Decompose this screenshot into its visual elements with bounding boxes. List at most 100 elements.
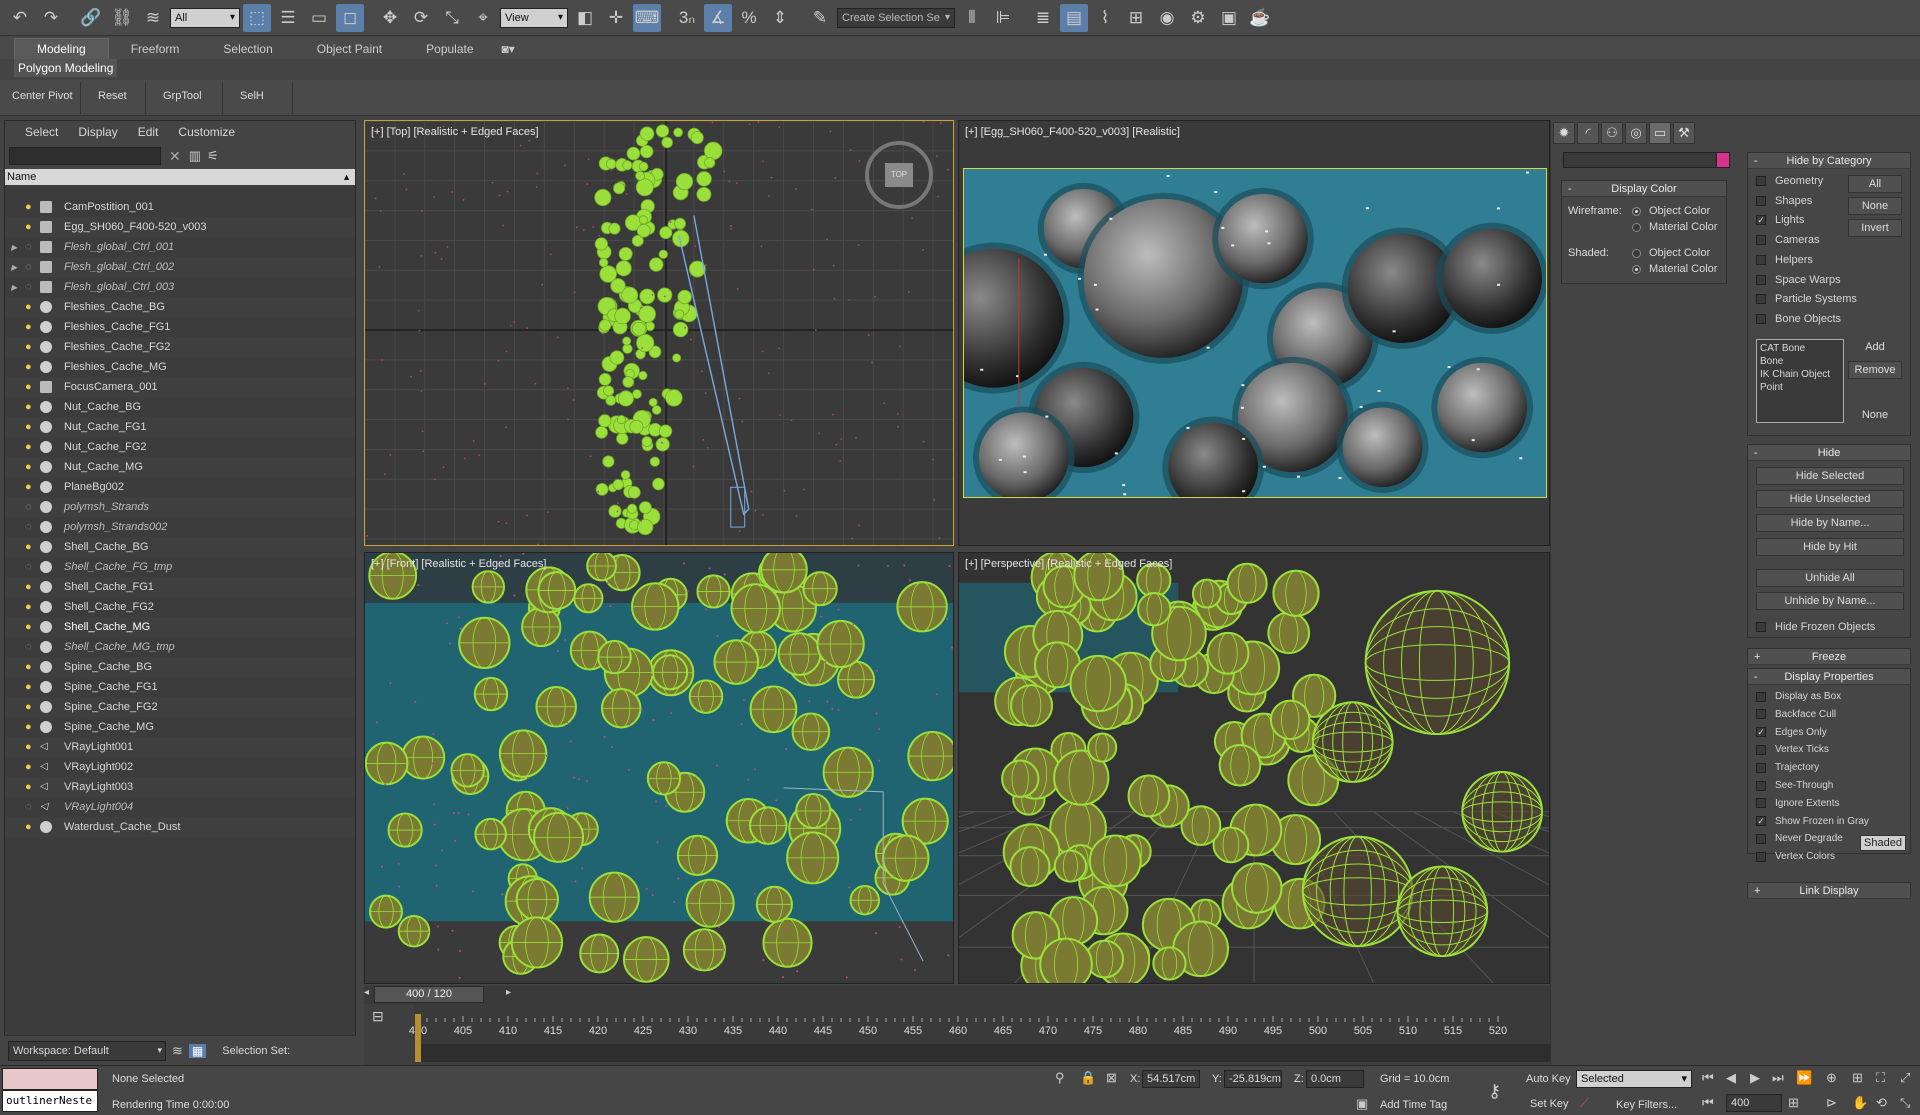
list-item[interactable]: ● Fleshies_Cache_FG1 bbox=[5, 317, 355, 337]
visibility-bulb-icon[interactable]: ● bbox=[25, 361, 37, 373]
grptool-button[interactable]: GrpTool bbox=[163, 90, 202, 102]
list-item[interactable]: ● Fleshies_Cache_BG bbox=[5, 297, 355, 317]
y-coordinate-field[interactable]: -25.819cm bbox=[1224, 1070, 1282, 1088]
viewport-camera-label[interactable]: [+] [Egg_SH060_F400-520_v003] [Realistic… bbox=[965, 126, 1180, 138]
zoom-extents-icon[interactable]: ⛶ bbox=[1876, 1070, 1885, 1086]
zoom-extents-all-icon[interactable]: ⤢ bbox=[1900, 1070, 1910, 1086]
list-item[interactable]: ● PlaneBg002 bbox=[5, 477, 355, 497]
layer-manager-icon[interactable]: ≣ bbox=[1029, 4, 1057, 32]
key-filters-button[interactable]: Key Filters... bbox=[1616, 1099, 1677, 1111]
move-icon[interactable]: ✥ bbox=[376, 4, 404, 32]
hide-category-checkbox[interactable]: ✓ Lights bbox=[1756, 214, 1804, 226]
time-tag-icon[interactable]: ▣ bbox=[1356, 1096, 1368, 1112]
angle-snap-icon[interactable]: ∡ bbox=[704, 3, 732, 32]
edit-named-selection-icon[interactable]: ✎ bbox=[806, 4, 834, 32]
schematic-view-icon[interactable]: ⊞ bbox=[1122, 4, 1150, 32]
visibility-bulb-icon[interactable]: ◌ bbox=[25, 501, 37, 513]
visibility-bulb-icon[interactable]: ◌ bbox=[25, 241, 37, 253]
slider-prev-icon[interactable]: ◂ bbox=[364, 987, 369, 998]
spinner-snap-icon[interactable]: ⇕ bbox=[766, 4, 794, 32]
select-by-name-icon[interactable]: ☰ bbox=[274, 4, 302, 32]
hide-category-checkbox[interactable]: Helpers bbox=[1756, 254, 1813, 266]
visibility-bulb-icon[interactable]: ◌ bbox=[25, 521, 37, 533]
list-item[interactable]: ● ◁ VRayLight003 bbox=[5, 777, 355, 797]
time-slider-thumb[interactable]: 400 / 120 bbox=[374, 986, 484, 1003]
sort-arrow-icon[interactable]: ▲ bbox=[342, 169, 351, 185]
wireframe-object-color-radio[interactable]: Object Color bbox=[1632, 205, 1710, 217]
visibility-bulb-icon[interactable]: ● bbox=[25, 461, 37, 473]
visibility-bulb-icon[interactable]: ● bbox=[25, 781, 37, 793]
display-property-checkbox[interactable]: ✓ Edges Only bbox=[1756, 727, 1827, 738]
visibility-bulb-icon[interactable]: ● bbox=[25, 321, 37, 333]
freeze-rollout[interactable]: + Freeze bbox=[1747, 648, 1911, 665]
display-property-checkbox[interactable]: Backface Cull bbox=[1756, 709, 1836, 720]
expand-arrow-icon[interactable]: ▶ bbox=[11, 263, 21, 272]
create-tab-icon[interactable]: ✹ bbox=[1553, 122, 1575, 144]
list-item[interactable]: ● Spine_Cache_MG bbox=[5, 717, 355, 737]
hide-none-button[interactable]: None bbox=[1848, 197, 1902, 215]
list-item[interactable]: ● Egg_SH060_F400-520_v003 bbox=[5, 217, 355, 237]
category-remove-button[interactable]: Remove bbox=[1848, 361, 1902, 379]
list-item[interactable]: ● Nut_Cache_FG1 bbox=[5, 417, 355, 437]
display-property-checkbox[interactable]: Vertex Colors bbox=[1756, 851, 1835, 862]
hide-frozen-objects-checkbox[interactable]: Hide Frozen Objects bbox=[1756, 621, 1875, 633]
viewport-top-label[interactable]: [+] [Top] [Realistic + Edged Faces] bbox=[371, 126, 539, 138]
rotate-icon[interactable]: ⟳ bbox=[407, 4, 435, 32]
list-item[interactable]: ◌ ◁ VRayLight004 bbox=[5, 797, 355, 817]
ribbon-toggle-icon[interactable]: ▤ bbox=[1060, 3, 1088, 32]
visibility-bulb-icon[interactable]: ● bbox=[25, 381, 37, 393]
tab-populate[interactable]: Populate bbox=[404, 39, 495, 59]
absolute-mode-transform-icon[interactable]: ⊠ bbox=[1106, 1070, 1117, 1086]
list-item[interactable]: ● Nut_Cache_FG2 bbox=[5, 437, 355, 457]
viewport-camera[interactable]: [+] [Egg_SH060_F400-520_v003] [Realistic… bbox=[958, 120, 1550, 546]
window-crossing-icon[interactable]: ◻ bbox=[336, 3, 364, 32]
time-configuration-icon[interactable]: ⊞ bbox=[1788, 1095, 1799, 1111]
place-icon[interactable]: ⌖ bbox=[469, 4, 497, 32]
tab-object-paint[interactable]: Object Paint bbox=[295, 39, 404, 59]
add-time-tag-button[interactable]: Add Time Tag bbox=[1380, 1099, 1447, 1111]
manipulate-icon[interactable]: ✛ bbox=[602, 4, 630, 32]
list-item[interactable]: ● Fleshies_Cache_FG2 bbox=[5, 337, 355, 357]
visibility-bulb-icon[interactable]: ● bbox=[25, 341, 37, 353]
category-item[interactable]: Bone bbox=[1760, 355, 1840, 368]
visibility-bulb-icon[interactable]: ◌ bbox=[25, 261, 37, 273]
hide-all-button[interactable]: All bbox=[1848, 175, 1902, 193]
hide-category-checkbox[interactable]: Space Warps bbox=[1756, 274, 1841, 286]
set-key-button[interactable]: Set Key bbox=[1530, 1098, 1569, 1110]
go-to-end-icon[interactable]: ⏩ bbox=[1796, 1070, 1812, 1086]
x-coordinate-field[interactable]: 54.517cm bbox=[1142, 1070, 1200, 1088]
tab-modeling[interactable]: Modeling bbox=[14, 38, 109, 59]
freeze-header[interactable]: + Freeze bbox=[1748, 649, 1910, 665]
track-bar[interactable]: 4004054104154204254304354404454504554604… bbox=[364, 1004, 1550, 1062]
hide-by-category-header[interactable]: - Hide by Category bbox=[1748, 153, 1910, 169]
hide-category-checkbox[interactable]: Cameras bbox=[1756, 234, 1820, 246]
mirror-icon[interactable]: ⫴ bbox=[958, 4, 986, 32]
pivot-center-icon[interactable]: ◧ bbox=[571, 4, 599, 32]
hide-header[interactable]: - Hide bbox=[1748, 445, 1910, 461]
list-item[interactable]: ● Shell_Cache_MG bbox=[5, 617, 355, 637]
visibility-bulb-icon[interactable]: ● bbox=[25, 401, 37, 413]
wireframe-material-color-radio[interactable]: Material Color bbox=[1632, 221, 1717, 233]
display-color-header[interactable]: - Display Color bbox=[1562, 181, 1726, 197]
display-property-checkbox[interactable]: Display as Box bbox=[1756, 691, 1841, 702]
clear-search-icon[interactable]: ✕ bbox=[169, 148, 181, 165]
list-item[interactable]: ● Spine_Cache_BG bbox=[5, 657, 355, 677]
visibility-bulb-icon[interactable]: ◌ bbox=[25, 801, 37, 813]
visibility-bulb-icon[interactable]: ● bbox=[25, 541, 37, 553]
shaded-object-color-radio[interactable]: Object Color bbox=[1632, 247, 1710, 259]
list-item[interactable]: ▶ ◌ Flesh_global_Ctrl_002 bbox=[5, 257, 355, 277]
zoom-icon[interactable]: ⊕ bbox=[1826, 1070, 1837, 1086]
render-setup-icon[interactable]: ⚙ bbox=[1184, 4, 1212, 32]
select-object-icon[interactable]: ⬚ bbox=[243, 3, 271, 32]
hide-category-checkbox[interactable]: Particle Systems bbox=[1756, 293, 1857, 305]
z-coordinate-field[interactable]: 0.0cm bbox=[1306, 1070, 1364, 1088]
go-to-start-icon[interactable]: ⏮ bbox=[1702, 1070, 1714, 1086]
auto-key-button[interactable]: Auto Key bbox=[1526, 1073, 1571, 1085]
align-icon[interactable]: ⊫ bbox=[989, 4, 1017, 32]
hierarchy-tab-icon[interactable]: ⚇ bbox=[1601, 122, 1623, 144]
shaded-button[interactable]: Shaded bbox=[1860, 835, 1906, 851]
maximize-viewport-icon[interactable]: ⤡ bbox=[1900, 1095, 1910, 1111]
selh-button[interactable]: SelH bbox=[240, 90, 264, 102]
utilities-tab-icon[interactable]: ⚒ bbox=[1673, 122, 1695, 144]
field-of-view-icon[interactable]: ⊳ bbox=[1826, 1095, 1837, 1111]
